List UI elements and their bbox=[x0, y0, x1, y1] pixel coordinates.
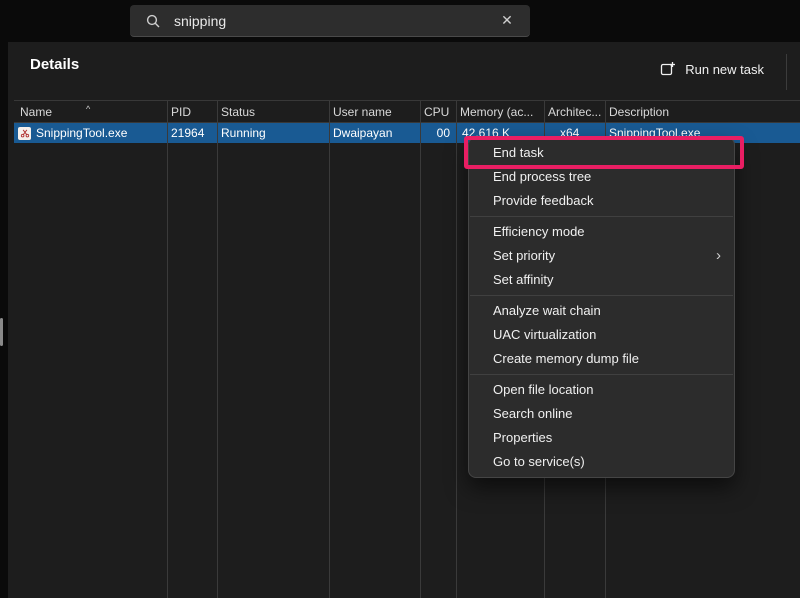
menu-separator bbox=[470, 295, 733, 296]
column-header-memory[interactable]: Memory (ac... bbox=[456, 101, 544, 122]
page-title: Details bbox=[30, 56, 79, 73]
process-cpu: 00 bbox=[420, 123, 456, 143]
column-separator bbox=[329, 101, 330, 598]
process-user-name: Dwaipayan bbox=[329, 123, 420, 143]
process-status: Running bbox=[217, 123, 329, 143]
process-name: SnippingTool.exe bbox=[36, 123, 127, 143]
left-edge-indicator bbox=[0, 318, 3, 346]
menu-separator bbox=[470, 374, 733, 375]
menu-item-analyze-wait-chain[interactable]: Analyze wait chain bbox=[469, 299, 734, 323]
column-separator bbox=[420, 101, 421, 598]
sort-ascending-icon: ^ bbox=[86, 101, 90, 120]
clear-search-icon[interactable]: ✕ bbox=[498, 12, 516, 29]
menu-item-set-priority[interactable]: Set priority › bbox=[469, 244, 734, 268]
menu-item-properties[interactable]: Properties bbox=[469, 426, 734, 450]
column-header-description[interactable]: Description bbox=[605, 101, 800, 122]
menu-item-uac-virtualization[interactable]: UAC virtualization bbox=[469, 323, 734, 347]
search-box[interactable]: ✕ bbox=[130, 5, 530, 37]
menu-item-provide-feedback[interactable]: Provide feedback bbox=[469, 189, 734, 213]
context-menu: End task End process tree Provide feedba… bbox=[468, 137, 735, 478]
task-manager-window: ✕ Details Run new task ^ Name bbox=[0, 0, 800, 598]
run-new-task-button[interactable]: Run new task bbox=[652, 52, 772, 86]
column-header-cpu[interactable]: CPU bbox=[420, 101, 456, 122]
run-new-task-icon bbox=[660, 61, 676, 77]
process-name-cell: SnippingTool.exe bbox=[14, 123, 167, 143]
menu-item-efficiency-mode[interactable]: Efficiency mode bbox=[469, 220, 734, 244]
menu-item-end-process-tree[interactable]: End process tree bbox=[469, 165, 734, 189]
menu-item-create-memory-dump-file[interactable]: Create memory dump file bbox=[469, 347, 734, 371]
toolbar-separator bbox=[786, 54, 787, 90]
table-header-row: ^ Name PID Status User name CPU Memory (… bbox=[14, 101, 800, 123]
column-header-pid[interactable]: PID bbox=[167, 101, 217, 122]
run-new-task-label: Run new task bbox=[685, 62, 764, 77]
menu-item-end-task[interactable]: End task bbox=[469, 141, 734, 165]
search-icon bbox=[146, 14, 160, 28]
column-header-user-name[interactable]: User name bbox=[329, 101, 420, 122]
submenu-chevron-icon: › bbox=[716, 244, 721, 268]
column-header-architecture[interactable]: Architec... bbox=[544, 101, 605, 122]
menu-item-open-file-location[interactable]: Open file location bbox=[469, 378, 734, 402]
process-pid: 21964 bbox=[167, 123, 217, 143]
column-separator bbox=[167, 101, 168, 598]
menu-item-set-affinity[interactable]: Set affinity bbox=[469, 268, 734, 292]
menu-separator bbox=[470, 216, 733, 217]
search-input[interactable] bbox=[174, 13, 498, 29]
column-header-status[interactable]: Status bbox=[217, 101, 329, 122]
column-header-name[interactable]: ^ Name bbox=[14, 101, 167, 122]
title-bar: ✕ bbox=[0, 0, 800, 42]
snipping-tool-icon bbox=[18, 127, 31, 140]
column-separator bbox=[456, 101, 457, 598]
column-separator bbox=[217, 101, 218, 598]
menu-item-go-to-services[interactable]: Go to service(s) bbox=[469, 450, 734, 474]
menu-item-search-online[interactable]: Search online bbox=[469, 402, 734, 426]
